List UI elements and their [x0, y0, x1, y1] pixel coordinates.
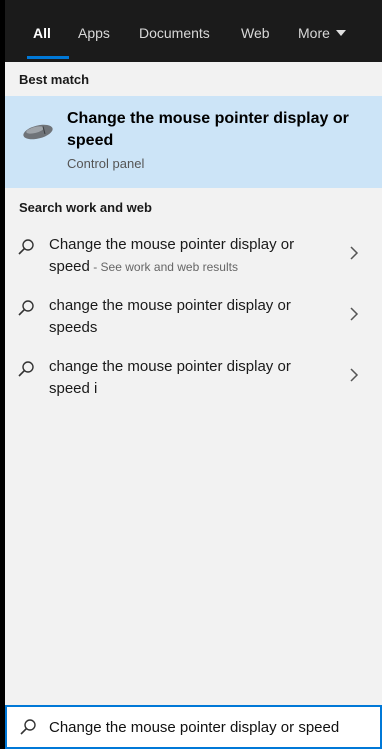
search-icon	[18, 239, 34, 255]
search-icon	[20, 719, 36, 735]
caret-down-icon	[335, 30, 346, 36]
tab-web[interactable]: Web	[241, 24, 270, 42]
start-search-window: All Apps Documents Web More Best match C…	[0, 0, 382, 749]
web-result-hint: - See work and web results	[89, 260, 238, 274]
best-match-result[interactable]: Change the mouse pointer display or spee…	[5, 96, 382, 188]
search-icon	[18, 300, 34, 316]
tab-more-label: More	[298, 25, 330, 41]
active-tab-indicator	[27, 56, 69, 59]
tab-more[interactable]: More	[298, 24, 346, 42]
best-match-title: Change the mouse pointer display or spee…	[67, 110, 349, 149]
chevron-right-icon[interactable]	[348, 246, 360, 260]
web-result-text: change the mouse pointer display or spee…	[49, 356, 333, 400]
filter-tab-bar: All Apps Documents Web More	[5, 0, 382, 62]
search-work-web-heading: Search work and web	[19, 200, 152, 215]
web-result-query: change the mouse pointer display or spee…	[49, 358, 291, 397]
web-result-text: change the mouse pointer display or spee…	[49, 295, 333, 339]
tab-apps[interactable]: Apps	[78, 24, 110, 42]
tab-documents[interactable]: Documents	[139, 24, 210, 42]
best-match-subtitle: Control panel	[67, 156, 145, 171]
web-result-item[interactable]: change the mouse pointer display or spee…	[5, 295, 382, 353]
mouse-icon	[23, 124, 53, 140]
search-input[interactable]	[49, 716, 379, 738]
chevron-right-icon[interactable]	[348, 368, 360, 382]
web-result-item[interactable]: change the mouse pointer display or spee…	[5, 356, 382, 414]
web-result-query: change the mouse pointer display or spee…	[49, 297, 291, 336]
web-result-text: Change the mouse pointer display or spee…	[49, 234, 333, 278]
chevron-right-icon[interactable]	[348, 307, 360, 321]
search-box	[5, 705, 382, 749]
results-panel: Best match Change the mouse pointer disp…	[5, 62, 382, 705]
best-match-heading: Best match	[19, 72, 90, 87]
tab-all[interactable]: All	[33, 24, 51, 42]
search-icon	[18, 361, 34, 377]
web-result-item[interactable]: Change the mouse pointer display or spee…	[5, 234, 382, 292]
